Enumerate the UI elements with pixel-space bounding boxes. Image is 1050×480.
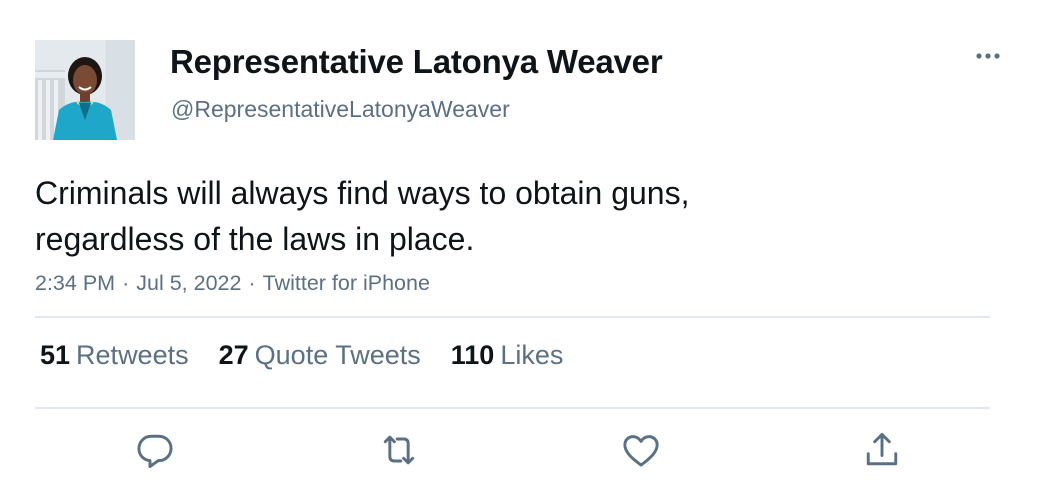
author-handle[interactable]: @RepresentativeLatonyaWeaver — [171, 96, 510, 123]
reply-icon — [137, 434, 173, 468]
likes-count: 110 — [450, 340, 495, 370]
meta-separator: · — [248, 271, 256, 295]
reply-button[interactable] — [133, 428, 177, 472]
meta-separator: · — [122, 271, 130, 295]
retweets-label: Retweets — [76, 340, 189, 370]
quote-tweets-count: 27 — [218, 340, 249, 370]
avatar[interactable] — [35, 40, 135, 140]
tweet-text-line: regardless of the laws in place. — [35, 221, 475, 257]
avatar-photo — [35, 40, 135, 140]
divider — [35, 407, 990, 409]
more-button[interactable] — [968, 40, 1008, 72]
quote-tweets-label: Quote Tweets — [254, 340, 421, 370]
divider — [35, 316, 990, 318]
tweet-stats: 51 Retweets 27 Quote Tweets 110 Likes — [40, 340, 593, 371]
likes-stat[interactable]: 110 Likes — [451, 340, 564, 371]
share-button[interactable] — [860, 428, 904, 472]
quote-tweets-stat[interactable]: 27 Quote Tweets — [219, 340, 421, 371]
tweet-meta: 2:34 PM · Jul 5, 2022 · Twitter for iPhone — [35, 271, 430, 296]
like-button[interactable] — [619, 428, 663, 472]
retweet-button[interactable] — [377, 428, 421, 472]
retweet-icon — [383, 435, 415, 465]
tweet-source[interactable]: Twitter for iPhone — [263, 271, 430, 295]
author-name[interactable]: Representative Latonya Weaver — [170, 43, 663, 81]
likes-label: Likes — [500, 340, 564, 370]
share-icon — [866, 432, 898, 466]
more-horizontal-icon — [976, 53, 1000, 59]
tweet-date[interactable]: Jul 5, 2022 — [136, 271, 241, 295]
tweet-text-line: Criminals will always find ways to obtai… — [35, 175, 690, 211]
tweet-text: Criminals will always find ways to obtai… — [35, 170, 935, 262]
tweet-card: Representative Latonya Weaver @Represent… — [0, 0, 1050, 480]
tweet-time[interactable]: 2:34 PM — [35, 271, 115, 295]
retweets-stat[interactable]: 51 Retweets — [40, 340, 189, 371]
retweets-count: 51 — [40, 340, 71, 370]
heart-icon — [623, 435, 659, 467]
